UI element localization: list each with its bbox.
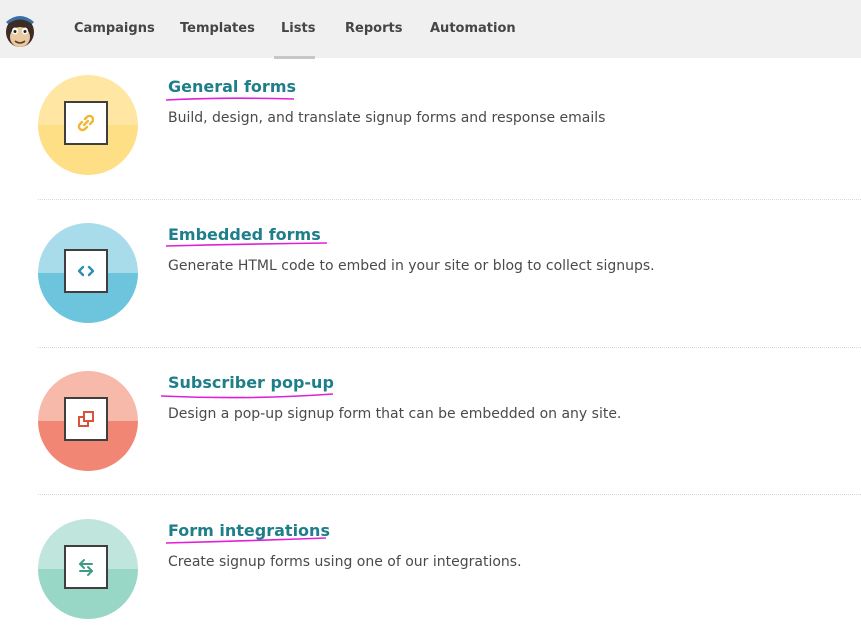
form-integrations-badge[interactable]	[38, 519, 138, 619]
embedded-forms-badge[interactable]	[38, 223, 138, 323]
popup-icon	[64, 397, 108, 441]
nav-lists[interactable]: Lists	[281, 20, 315, 38]
swap-arrows-icon	[64, 545, 108, 589]
nav-campaigns[interactable]: Campaigns	[74, 20, 155, 38]
subscriber-popup-badge[interactable]	[38, 371, 138, 471]
nav-active-indicator	[274, 56, 315, 59]
monkey-logo-icon[interactable]	[2, 10, 38, 50]
link-icon	[64, 101, 108, 145]
general-forms-annotation	[165, 97, 295, 101]
form-integrations-description: Create signup forms using one of our int…	[168, 554, 522, 570]
embedded-forms-description: Generate HTML code to embed in your site…	[168, 258, 655, 274]
row-divider	[38, 199, 861, 200]
subscriber-popup-annotation	[160, 393, 334, 399]
general-forms-link[interactable]: General forms	[168, 77, 296, 97]
nav-automation[interactable]: Automation	[430, 20, 516, 38]
embedded-forms-annotation	[165, 242, 328, 247]
form-integrations-annotation	[165, 537, 327, 544]
row-divider	[38, 347, 861, 348]
nav-reports[interactable]: Reports	[345, 20, 402, 38]
code-icon	[64, 249, 108, 293]
general-forms-description: Build, design, and translate signup form…	[168, 110, 606, 126]
general-forms-badge[interactable]	[38, 75, 138, 175]
nav-templates[interactable]: Templates	[180, 20, 255, 38]
row-divider	[38, 494, 861, 495]
top-navbar: Campaigns Templates Lists Reports Automa…	[0, 0, 861, 59]
subscriber-popup-description: Design a pop-up signup form that can be …	[168, 406, 622, 422]
